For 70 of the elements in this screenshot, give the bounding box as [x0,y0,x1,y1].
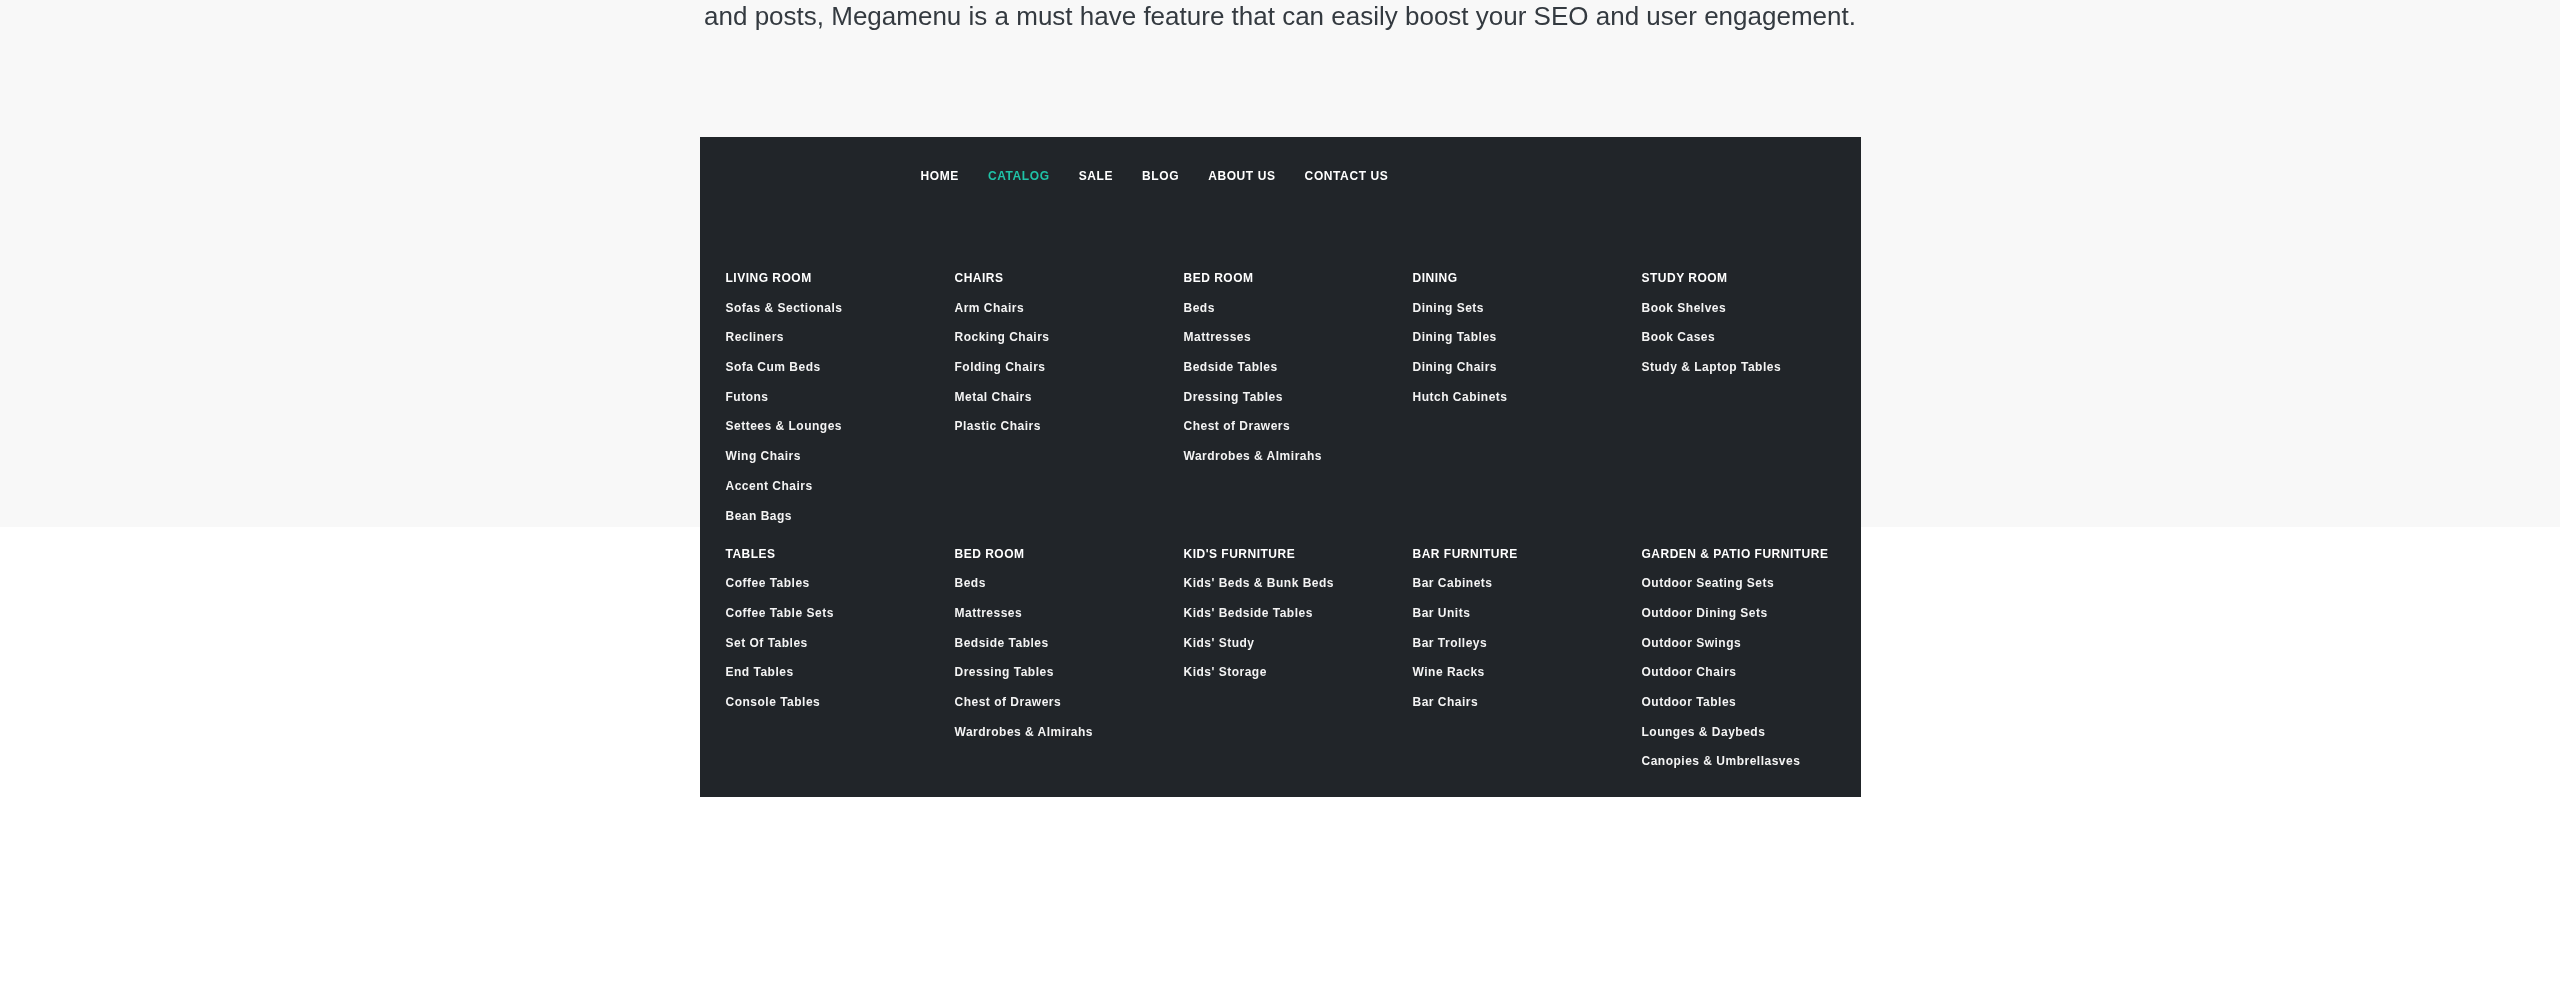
menu-link[interactable]: Canopies & Umbrellasves [1641,753,1801,770]
menu-link[interactable]: Coffee Tables [725,575,810,592]
menu-heading: GARDEN & PATIO FURNITURE [1641,545,1829,562]
menu-link[interactable]: Lounges & Daybeds [1641,723,1766,740]
menu-link[interactable]: Kids' Beds & Bunk Beds [1183,575,1335,592]
intro-paragraph: and posts, Megamenu is a must have feature that can easily boost your SEO and user engagement. [704,3,1856,29]
menu-link[interactable]: Settees & Lounges [725,418,843,435]
menu-link[interactable]: Dining Chairs [1412,359,1497,376]
menu-link[interactable]: Bar Cabinets [1412,575,1493,592]
menu-link[interactable]: Wardrobes & Almirahs [1183,448,1322,465]
menu-link[interactable]: Outdoor Swings [1641,634,1742,651]
menu-link[interactable]: Kids' Storage [1183,664,1267,681]
menu-link[interactable]: Chest of Drawers [954,693,1062,710]
menu-link[interactable]: Book Shelves [1641,299,1727,316]
menu-link[interactable]: Accent Chairs [725,477,813,494]
menu-link[interactable]: Chest of Drawers [1183,418,1291,435]
menu-link[interactable]: Bedside Tables [954,634,1049,651]
menu-link[interactable]: Wine Racks [1412,664,1485,681]
menu-link[interactable]: Dressing Tables [954,664,1054,681]
menu-link[interactable]: Kids' Study [1183,634,1255,651]
menu-link[interactable]: Sofas & Sectionals [725,299,843,316]
menu-heading: DINING [1412,270,1458,286]
menu-link[interactable]: Outdoor Dining Sets [1641,604,1768,621]
menu-link[interactable]: Study & Laptop Tables [1641,359,1782,376]
menu-link[interactable]: Bean Bags [725,507,793,524]
menu-link[interactable]: Folding Chairs [954,359,1046,376]
menu-heading: KID'S FURNITURE [1183,545,1296,562]
menu-link[interactable]: Bedside Tables [1183,359,1278,376]
menu-link[interactable]: Dining Tables [1412,329,1497,346]
menu-heading: BAR FURNITURE [1412,545,1518,562]
menu-link[interactable]: Outdoor Chairs [1641,664,1737,681]
menu-link[interactable]: Mattresses [954,604,1023,621]
menu-link[interactable]: Bar Chairs [1412,693,1479,710]
menu-heading: CHAIRS [954,270,1004,286]
nav-link[interactable]: HOME [920,168,959,184]
menu-link[interactable]: Coffee Table Sets [725,604,834,621]
menu-link[interactable]: Arm Chairs [954,299,1025,316]
menu-link[interactable]: Hutch Cabinets [1412,388,1508,405]
menu-link[interactable]: Mattresses [1183,329,1252,346]
menu-link[interactable]: End Tables [725,664,794,681]
menu-link[interactable]: Beds [954,575,986,592]
menu-heading: TABLES [725,545,776,562]
menu-link[interactable]: Console Tables [725,693,821,710]
menu-heading: BED ROOM [1183,270,1254,286]
nav-link[interactable]: CONTACT US [1304,168,1389,184]
menu-link[interactable]: Wing Chairs [725,448,801,465]
nav-link[interactable]: ABOUT US [1208,168,1276,184]
menu-link[interactable]: Kids' Bedside Tables [1183,604,1313,621]
menu-link[interactable]: Outdoor Seating Sets [1641,575,1775,592]
menu-heading: STUDY ROOM [1641,270,1728,286]
menu-heading: LIVING ROOM [725,270,812,286]
menu-link[interactable]: Bar Trolleys [1412,634,1488,651]
nav-link[interactable]: CATALOG [987,168,1050,184]
menu-link[interactable]: Book Cases [1641,329,1716,346]
menu-link[interactable]: Rocking Chairs [954,329,1050,346]
menu-link[interactable]: Bar Units [1412,604,1471,621]
nav-link[interactable]: SALE [1078,168,1114,184]
menu-link[interactable]: Dressing Tables [1183,388,1283,405]
menu-link[interactable]: Wardrobes & Almirahs [954,723,1093,740]
menu-link[interactable]: Plastic Chairs [954,418,1041,435]
menu-link[interactable]: Set Of Tables [725,634,808,651]
menu-link[interactable]: Sofa Cum Beds [725,359,821,376]
menu-heading: BED ROOM [954,545,1025,562]
menu-link[interactable]: Futons [725,388,769,405]
menu-link[interactable]: Recliners [725,329,785,346]
menu-link[interactable]: Beds [1183,299,1215,316]
menu-link[interactable]: Outdoor Tables [1641,693,1737,710]
menu-link[interactable]: Dining Sets [1412,299,1484,316]
nav-link[interactable]: BLOG [1142,168,1180,184]
menu-link[interactable]: Metal Chairs [954,388,1032,405]
